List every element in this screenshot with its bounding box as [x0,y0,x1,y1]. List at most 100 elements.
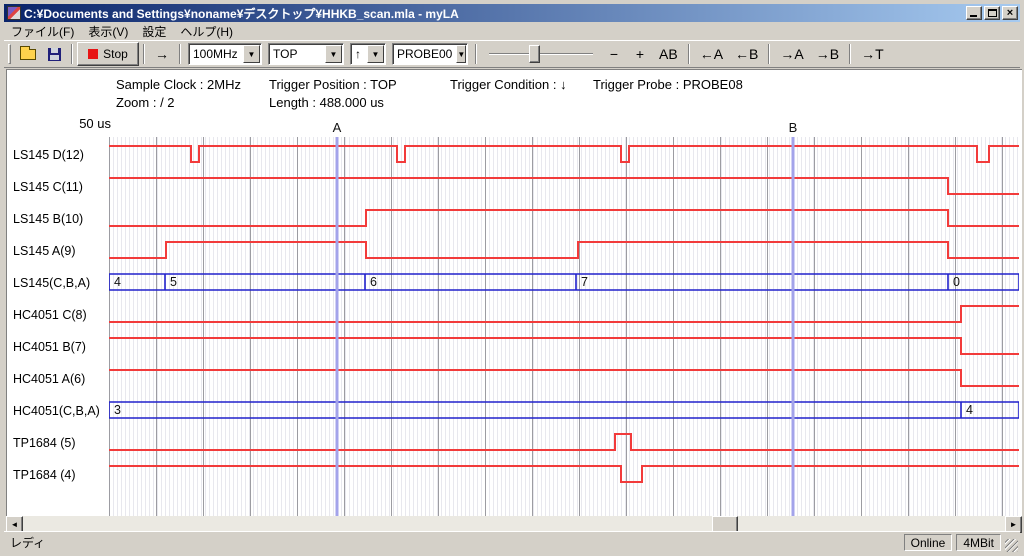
channel-label: LS145(C,B,A) [13,276,90,290]
minimize-icon [970,15,977,17]
channel-label: LS145 C(11) [13,180,83,194]
title-bar: C:¥Documents and Settings¥noname¥デスクトップ¥… [4,4,1020,22]
channel-label: LS145 D(12) [13,148,84,162]
open-folder-icon [20,49,36,60]
digital-trace [109,338,1019,354]
bus-value: 4 [966,403,973,417]
probe-value: PROBE00 [393,47,456,61]
cursor-b-label: B [789,120,798,135]
save-file-button[interactable] [41,42,67,66]
toolbar-separator [768,44,770,64]
save-floppy-icon [48,48,61,61]
stop-label: Stop [103,47,128,61]
toolbar-separator [849,44,851,64]
chevron-down-icon[interactable]: ▼ [243,45,260,63]
stop-icon [88,49,98,59]
bus-value: 7 [581,275,588,289]
toolbar-separator [179,44,181,64]
trigger-probe-info: Trigger Probe : PROBE08 [593,77,743,92]
digital-trace [109,370,1019,386]
channel-label: LS145 B(10) [13,212,83,226]
channel-label: HC4051(C,B,A) [13,404,100,418]
move-b-right-button[interactable]: →B [810,42,845,66]
waveform-svg: 4 5 6 7 0 3 4 A B [109,115,1019,516]
minimize-button[interactable] [966,6,982,20]
toolbar: Stop → 100MHz ▼ TOP ▼ ↑ ▼ PROBE00 ▼ − + … [4,40,1020,68]
zoom-slider-thumb[interactable] [529,45,540,63]
run-button[interactable]: → [149,42,175,66]
move-a-left-button[interactable]: ←A [694,42,729,66]
channel-label: LS145 A(9) [13,244,76,258]
toolbar-separator [143,44,145,64]
trigger-position-value: TOP [269,47,325,61]
menu-bar: ファイル(F) 表示(V) 設定 ヘルプ(H) [4,22,1020,40]
channel-label: TP1684 (4) [13,468,76,482]
trigger-edge-combo[interactable]: ↑ ▼ [350,43,386,65]
digital-trace [109,466,1019,482]
channel-label: HC4051 C(8) [13,308,87,322]
toolbar-separator [688,44,690,64]
status-online-badge: Online [904,534,953,551]
status-memory-badge: 4MBit [956,534,1001,551]
digital-trace [109,434,1019,450]
bus-value: 6 [370,275,377,289]
bus-value: 3 [114,403,121,417]
app-icon [7,6,21,20]
channel-label: TP1684 (5) [13,436,76,450]
sample-clock-combo[interactable]: 100MHz ▼ [188,43,262,65]
app-window: C:¥Documents and Settings¥noname¥デスクトップ¥… [0,0,1024,556]
menu-file[interactable]: ファイル(F) [4,22,81,41]
ab-span-button[interactable]: AB [653,42,684,66]
status-bar: レディ Online 4MBit [4,531,1020,552]
run-arrow-icon: → [155,46,169,62]
chevron-down-icon[interactable]: ▼ [367,45,384,63]
close-icon: × [1007,7,1013,19]
bus-value: 4 [114,275,121,289]
zoom-slider[interactable] [489,44,593,64]
toolbar-separator [475,44,477,64]
bus-value: 0 [953,275,960,289]
trigger-position-info: Trigger Position : TOP [269,77,397,92]
probe-combo[interactable]: PROBE00 ▼ [392,43,468,65]
menu-view[interactable]: 表示(V) [81,22,135,41]
channel-label: HC4051 A(6) [13,372,85,386]
trigger-edge-value: ↑ [351,47,367,61]
cursor-a-label: A [333,120,342,135]
digital-trace [109,242,1019,258]
close-button[interactable]: × [1002,6,1018,20]
digital-trace [109,146,1019,162]
menu-help[interactable]: ヘルプ(H) [173,22,240,41]
window-controls: × [966,6,1018,20]
zoom-in-button[interactable]: + [627,42,653,66]
menu-settings[interactable]: 設定 [135,22,173,41]
sample-clock-value: 100MHz [189,47,243,61]
trigger-position-combo[interactable]: TOP ▼ [268,43,344,65]
digital-trace [109,178,1019,194]
client-area: Sample Clock : 2MHz Trigger Position : T… [6,69,1022,516]
move-a-right-button[interactable]: →A [774,42,809,66]
zoom-slider-track [489,53,593,55]
digital-trace [109,210,1019,226]
maximize-icon [988,9,997,17]
digital-trace [109,306,1019,322]
stop-button[interactable]: Stop [77,42,139,66]
trigger-condition-info: Trigger Condition : ↓ [450,77,567,92]
chevron-down-icon[interactable]: ▼ [325,45,342,63]
waveform-plot[interactable]: 4 5 6 7 0 3 4 A B [109,115,1019,516]
channel-label: HC4051 B(7) [13,340,86,354]
toolbar-separator [71,44,73,64]
length-info: Length : 488.000 us [269,95,384,110]
move-b-left-button[interactable]: ←B [729,42,764,66]
window-title: C:¥Documents and Settings¥noname¥デスクトップ¥… [24,5,966,22]
toolbar-grip [8,44,11,64]
sample-clock-info: Sample Clock : 2MHz [116,77,241,92]
goto-trigger-button[interactable]: →T [855,42,890,66]
bus-value: 5 [170,275,177,289]
chevron-down-icon[interactable]: ▼ [456,45,466,63]
resize-grip[interactable] [1005,539,1018,552]
zoom-out-button[interactable]: − [601,42,627,66]
channel-label-column: LS145 D(12) LS145 C(11) LS145 B(10) LS145 A… [13,115,109,516]
zoom-info: Zoom : / 2 [116,95,175,110]
maximize-button[interactable] [984,6,1000,20]
open-file-button[interactable] [15,42,41,66]
